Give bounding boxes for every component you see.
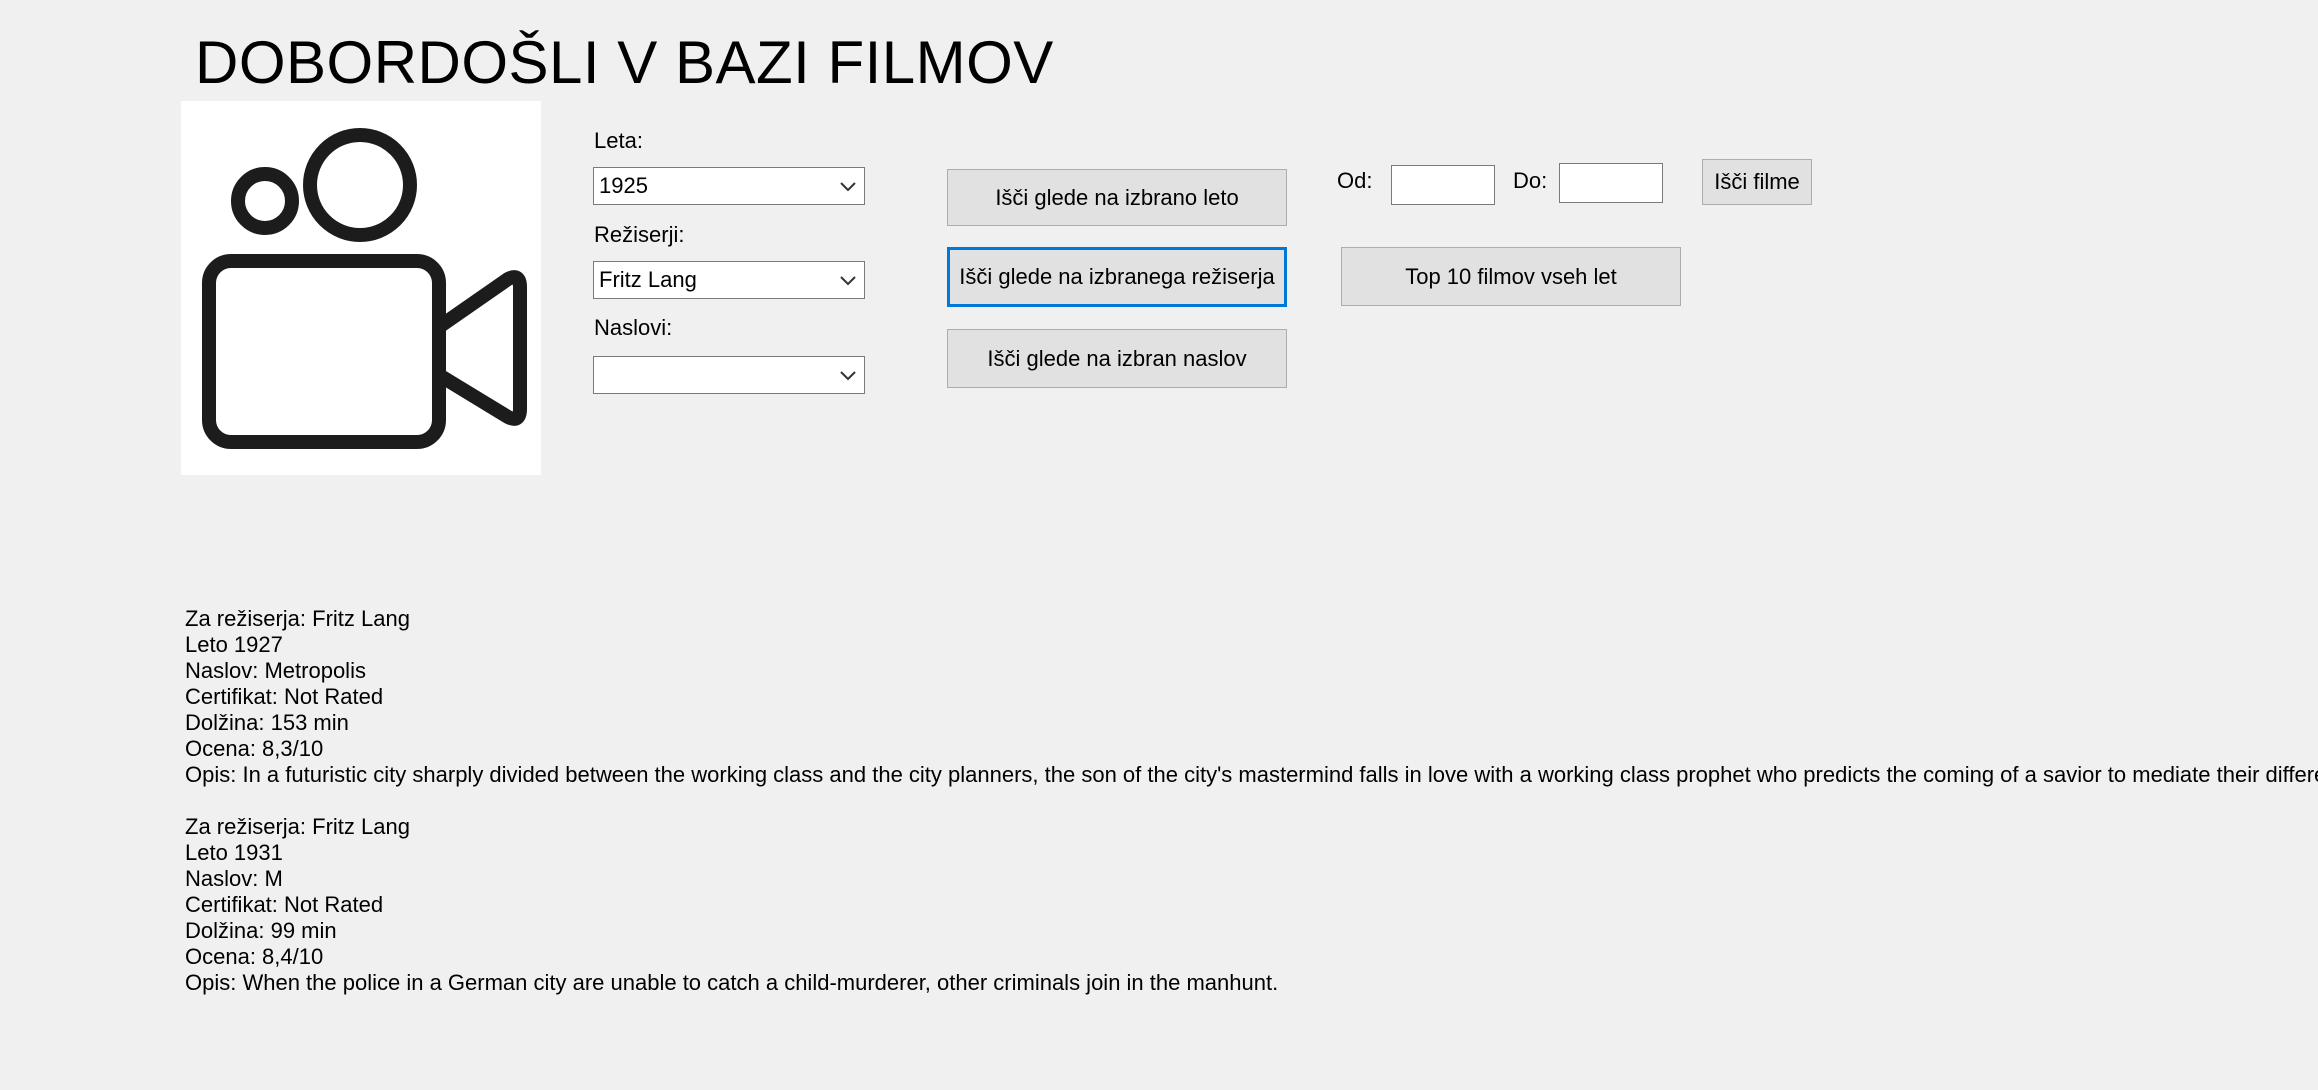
director-select-value: Fritz Lang: [599, 267, 697, 292]
search-films-button[interactable]: Išči filme: [1702, 159, 1812, 205]
search-by-title-button[interactable]: Išči glede na izbran naslov: [947, 329, 1287, 388]
year-select-value: 1925: [599, 173, 648, 198]
chevron-down-icon: [840, 276, 856, 286]
result-description: Opis: In a futuristic city sharply divid…: [185, 762, 2318, 787]
from-label: Od:: [1337, 168, 1373, 193]
results-text: Za režiserja: Fritz Lang Leto 1927 Naslo…: [185, 606, 2318, 1022]
director-select[interactable]: Fritz Lang: [593, 261, 865, 299]
top10-button[interactable]: Top 10 filmov vseh let: [1341, 247, 1681, 306]
result-director: Za režiserja: Fritz Lang: [185, 606, 410, 631]
year-select[interactable]: 1925: [593, 167, 865, 205]
result-rating: Ocena: 8,4/10: [185, 944, 324, 969]
title-select[interactable]: [593, 356, 865, 394]
chevron-down-icon: [840, 371, 856, 381]
result-year: Leto 1927: [185, 632, 283, 657]
result-record: Za režiserja: Fritz Lang Leto 1927 Naslo…: [185, 606, 2318, 788]
result-description: Opis: When the police in a German city a…: [185, 970, 1279, 995]
to-year-input[interactable]: [1559, 163, 1663, 203]
video-camera-icon: [202, 128, 527, 449]
year-label: Leta:: [594, 128, 643, 153]
from-year-input[interactable]: [1391, 165, 1495, 205]
to-label: Do:: [1513, 168, 1548, 193]
page-title: DOBORDOŠLI V BAZI FILMOV: [195, 29, 1054, 96]
result-length: Dolžina: 99 min: [185, 918, 337, 943]
result-length: Dolžina: 153 min: [185, 710, 349, 735]
title-label: Naslovi:: [594, 315, 673, 340]
result-certificate: Certifikat: Not Rated: [185, 684, 384, 709]
result-title: Naslov: Metropolis: [185, 658, 366, 683]
result-director: Za režiserja: Fritz Lang: [185, 814, 410, 839]
result-certificate: Certifikat: Not Rated: [185, 892, 384, 917]
result-year: Leto 1931: [185, 840, 283, 865]
chevron-down-icon: [840, 182, 856, 192]
result-rating: Ocena: 8,3/10: [185, 736, 324, 761]
logo-picture: [181, 101, 541, 475]
result-record: Za režiserja: Fritz Lang Leto 1931 Naslo…: [185, 814, 2305, 996]
search-by-year-button[interactable]: Išči glede na izbrano leto: [947, 169, 1287, 226]
result-title: Naslov: M: [185, 866, 283, 891]
director-label: Režiserji:: [594, 222, 685, 247]
search-by-director-button[interactable]: Išči glede na izbranega režiserja: [947, 247, 1287, 307]
